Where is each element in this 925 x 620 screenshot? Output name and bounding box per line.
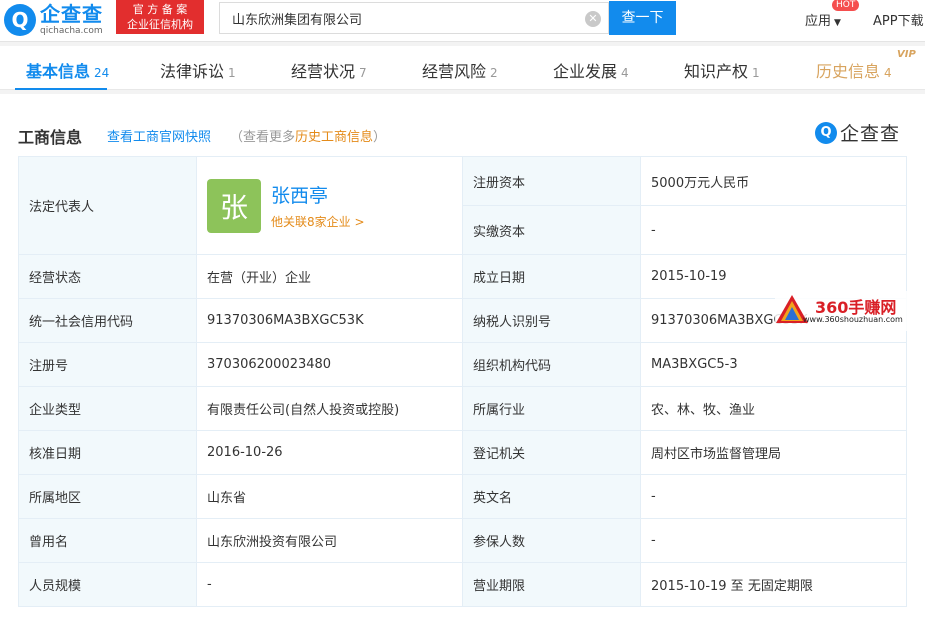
table-row: 人员规模 - 营业期限 2015-10-19 至 无固定期限 (18, 562, 907, 607)
row-value: 2015-10-19 至 无固定期限 (640, 562, 907, 607)
row-value: 91370306MA3BXGC53K (196, 298, 463, 343)
row-label: 企业类型 (18, 386, 197, 431)
legal-rep-name[interactable]: 张西亭 (271, 181, 365, 208)
value-paid-capital: - (640, 205, 907, 255)
caret-down-icon: ▼ (834, 18, 841, 28)
tab-ip[interactable]: 知识产权 1 (684, 58, 760, 82)
table-row: 曾用名 山东欣洲投资有限公司 参保人数 - (18, 518, 907, 563)
row-label: 营业期限 (462, 562, 641, 607)
top-header: Q 企查查 qichacha.com 官 方 备 案 企业征信机构 ✕ 查一下 … (0, 0, 925, 42)
row-value: 在营（开业）企业 (196, 254, 463, 299)
active-tab-indicator (15, 88, 107, 90)
label-legal-rep: 法定代表人 (18, 156, 197, 255)
logo-domain: qichacha.com (40, 26, 103, 36)
table-row: 企业类型 有限责任公司(自然人投资或控股) 所属行业 农、林、牧、渔业 (18, 386, 907, 431)
row-label: 参保人数 (462, 518, 641, 563)
row-label: 所属地区 (18, 474, 197, 519)
row-value: 周村区市场监督管理局 (640, 430, 907, 475)
logo-q-icon: Q (4, 4, 36, 36)
hot-badge: HOT (832, 0, 860, 11)
table-row: 统一社会信用代码 91370306MA3BXGC53K 纳税人识别号 91370… (18, 298, 907, 343)
vip-badge: VIP (897, 49, 916, 60)
row-label: 所属行业 (462, 386, 641, 431)
row-label: 组织机构代码 (462, 342, 641, 387)
table-row: 所属地区 山东省 英文名 - (18, 474, 907, 519)
row-label: 英文名 (462, 474, 641, 519)
brand-logo: Q 企查查 (815, 119, 900, 146)
row-value: MA3BXGC5-3 (640, 342, 907, 387)
row-value: - (640, 474, 907, 519)
apps-menu[interactable]: 应用 ▼ (805, 10, 841, 29)
related-companies-link[interactable]: 他关联8家企业 > (271, 213, 365, 230)
search-input[interactable] (220, 3, 570, 33)
brand-q-icon: Q (815, 121, 837, 144)
search-box: ✕ (219, 2, 609, 34)
tab-development[interactable]: 企业发展 4 (553, 58, 629, 82)
app-download-link[interactable]: APP下载 (873, 10, 924, 29)
row-value: 2016-10-26 (196, 430, 463, 475)
clear-icon[interactable]: ✕ (585, 11, 601, 27)
table-row: 核准日期 2016-10-26 登记机关 周村区市场监督管理局 (18, 430, 907, 475)
legal-rep-cell: 张 张西亭 他关联8家企业 > (196, 156, 463, 255)
snapshot-link[interactable]: 查看工商官网快照 (107, 126, 211, 145)
search-button[interactable]: 查一下 (609, 1, 676, 35)
row-label: 注册号 (18, 342, 197, 387)
history-more: （查看更多历史工商信息） (230, 130, 387, 145)
row-label: 成立日期 (462, 254, 641, 299)
row-label: 纳税人识别号 (462, 298, 641, 343)
row-label: 曾用名 (18, 518, 197, 563)
history-info-link[interactable]: 历史工商信息 (295, 130, 373, 145)
business-info-panel: 工商信息 查看工商官网快照 （查看更多历史工商信息） Q 企查查 法定代表人 张… (0, 94, 925, 620)
business-info-table: 法定代表人 张 张西亭 他关联8家企业 > 注册资本 5000万元人民币 实缴资… (18, 156, 907, 607)
row-value: 有限责任公司(自然人投资或控股) (196, 386, 463, 431)
value-registered-capital: 5000万元人民币 (640, 156, 907, 206)
row-value: - (640, 518, 907, 563)
avatar[interactable]: 张 (207, 178, 261, 233)
row-label: 经营状态 (18, 254, 197, 299)
row-value: 农、林、牧、渔业 (640, 386, 907, 431)
row-value: - (196, 562, 463, 607)
table-row: 法定代表人 张 张西亭 他关联8家企业 > 注册资本 5000万元人民币 (18, 156, 907, 255)
tab-history[interactable]: 历史信息 4 (816, 58, 892, 82)
official-badge: 官 方 备 案 企业征信机构 (116, 0, 204, 34)
row-value: 370306200023480 (196, 342, 463, 387)
watermark: 360手赚网 www.360shouzhuan.com (775, 291, 925, 331)
table-row: 经营状态 在营（开业）企业 成立日期 2015-10-19 (18, 254, 907, 299)
tab-risk[interactable]: 经营风险 2 (422, 58, 498, 82)
label-paid-capital: 实缴资本 (462, 205, 641, 255)
section-title: 工商信息 (18, 128, 83, 147)
site-logo[interactable]: Q 企查查 qichacha.com (4, 3, 103, 37)
row-label: 人员规模 (18, 562, 197, 607)
tab-legal[interactable]: 法律诉讼 1 (160, 58, 236, 82)
tab-basic-info[interactable]: 基本信息 24 (26, 58, 109, 82)
row-value: 山东省 (196, 474, 463, 519)
row-label: 统一社会信用代码 (18, 298, 197, 343)
tab-operations[interactable]: 经营状况 7 (291, 58, 367, 82)
row-label: 登记机关 (462, 430, 641, 475)
table-row: 注册号 370306200023480 组织机构代码 MA3BXGC5-3 (18, 342, 907, 387)
logo-text: 企查查 (40, 2, 103, 26)
row-value: 山东欣洲投资有限公司 (196, 518, 463, 563)
tab-bar: 基本信息 24 法律诉讼 1 经营状况 7 经营风险 2 企业发展 4 知识产权 1 历史信… (0, 46, 925, 90)
row-label: 核准日期 (18, 430, 197, 475)
label-registered-capital: 注册资本 (462, 156, 641, 206)
